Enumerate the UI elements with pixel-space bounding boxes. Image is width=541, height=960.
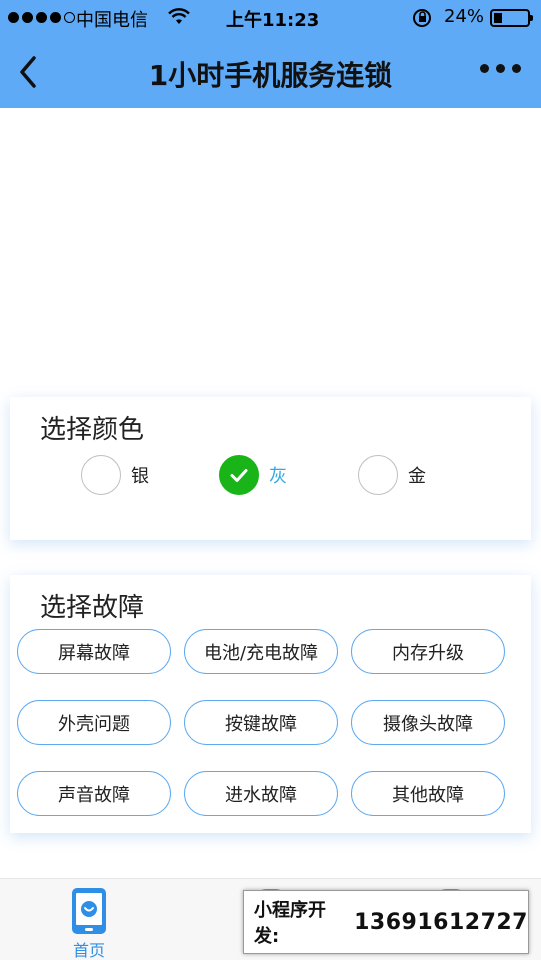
fault-option-other[interactable]: 其他故障 <box>351 771 505 816</box>
color-section-title: 选择颜色 <box>40 415 145 445</box>
status-bar: 中国电信 上午11:23 24% <box>0 0 541 36</box>
fault-option-sound[interactable]: 声音故障 <box>17 771 171 816</box>
fault-option-water[interactable]: 进水故障 <box>184 771 338 816</box>
promo-banner: 小程序开发: 13691612727 <box>243 890 529 954</box>
tab-home[interactable]: 首页 <box>60 887 118 960</box>
status-time: 上午11:23 <box>226 10 320 31</box>
color-option-label: 金 <box>408 466 426 487</box>
tab-home-label: 首页 <box>72 941 105 960</box>
battery-icon <box>490 9 533 27</box>
carrier-name: 中国电信 <box>76 10 148 31</box>
fault-option-screen[interactable]: 屏幕故障 <box>17 629 171 674</box>
nav-bar: 1小时手机服务连锁 <box>0 36 541 108</box>
rotation-lock-icon <box>413 9 431 27</box>
wifi-icon <box>168 8 190 24</box>
radio-unchecked-icon <box>81 455 121 495</box>
fault-selection-card: 选择故障 屏幕故障 电池/充电故障 内存升级 外壳问题 按键故障 摄像头故障 声… <box>10 575 531 833</box>
color-option-gold[interactable]: 金 <box>358 455 426 495</box>
page-title: 1小时手机服务连锁 <box>148 59 393 92</box>
fault-option-casing[interactable]: 外壳问题 <box>17 700 171 745</box>
fault-option-camera[interactable]: 摄像头故障 <box>351 700 505 745</box>
color-selection-card: 选择颜色 银 灰 金 <box>10 397 531 540</box>
fault-option-buttons[interactable]: 按键故障 <box>184 700 338 745</box>
battery-percentage: 24% <box>444 6 485 27</box>
color-option-gray[interactable]: 灰 <box>219 455 287 495</box>
promo-phone-number: 13691612727 <box>354 909 528 935</box>
fault-option-memory[interactable]: 内存升级 <box>351 629 505 674</box>
signal-strength-icon <box>8 12 75 23</box>
phone-icon <box>72 888 106 934</box>
radio-unchecked-icon <box>358 455 398 495</box>
more-options-button[interactable] <box>480 58 521 79</box>
fault-section-title: 选择故障 <box>40 593 145 623</box>
promo-label: 小程序开发: <box>254 900 326 947</box>
color-option-silver[interactable]: 银 <box>81 455 149 495</box>
checkmark-icon <box>219 455 259 495</box>
color-option-label: 灰 <box>269 466 287 487</box>
color-option-label: 银 <box>131 466 149 487</box>
app-header: 中国电信 上午11:23 24% 1小时手机服务连锁 <box>0 0 541 108</box>
fault-option-battery[interactable]: 电池/充电故障 <box>184 629 338 674</box>
